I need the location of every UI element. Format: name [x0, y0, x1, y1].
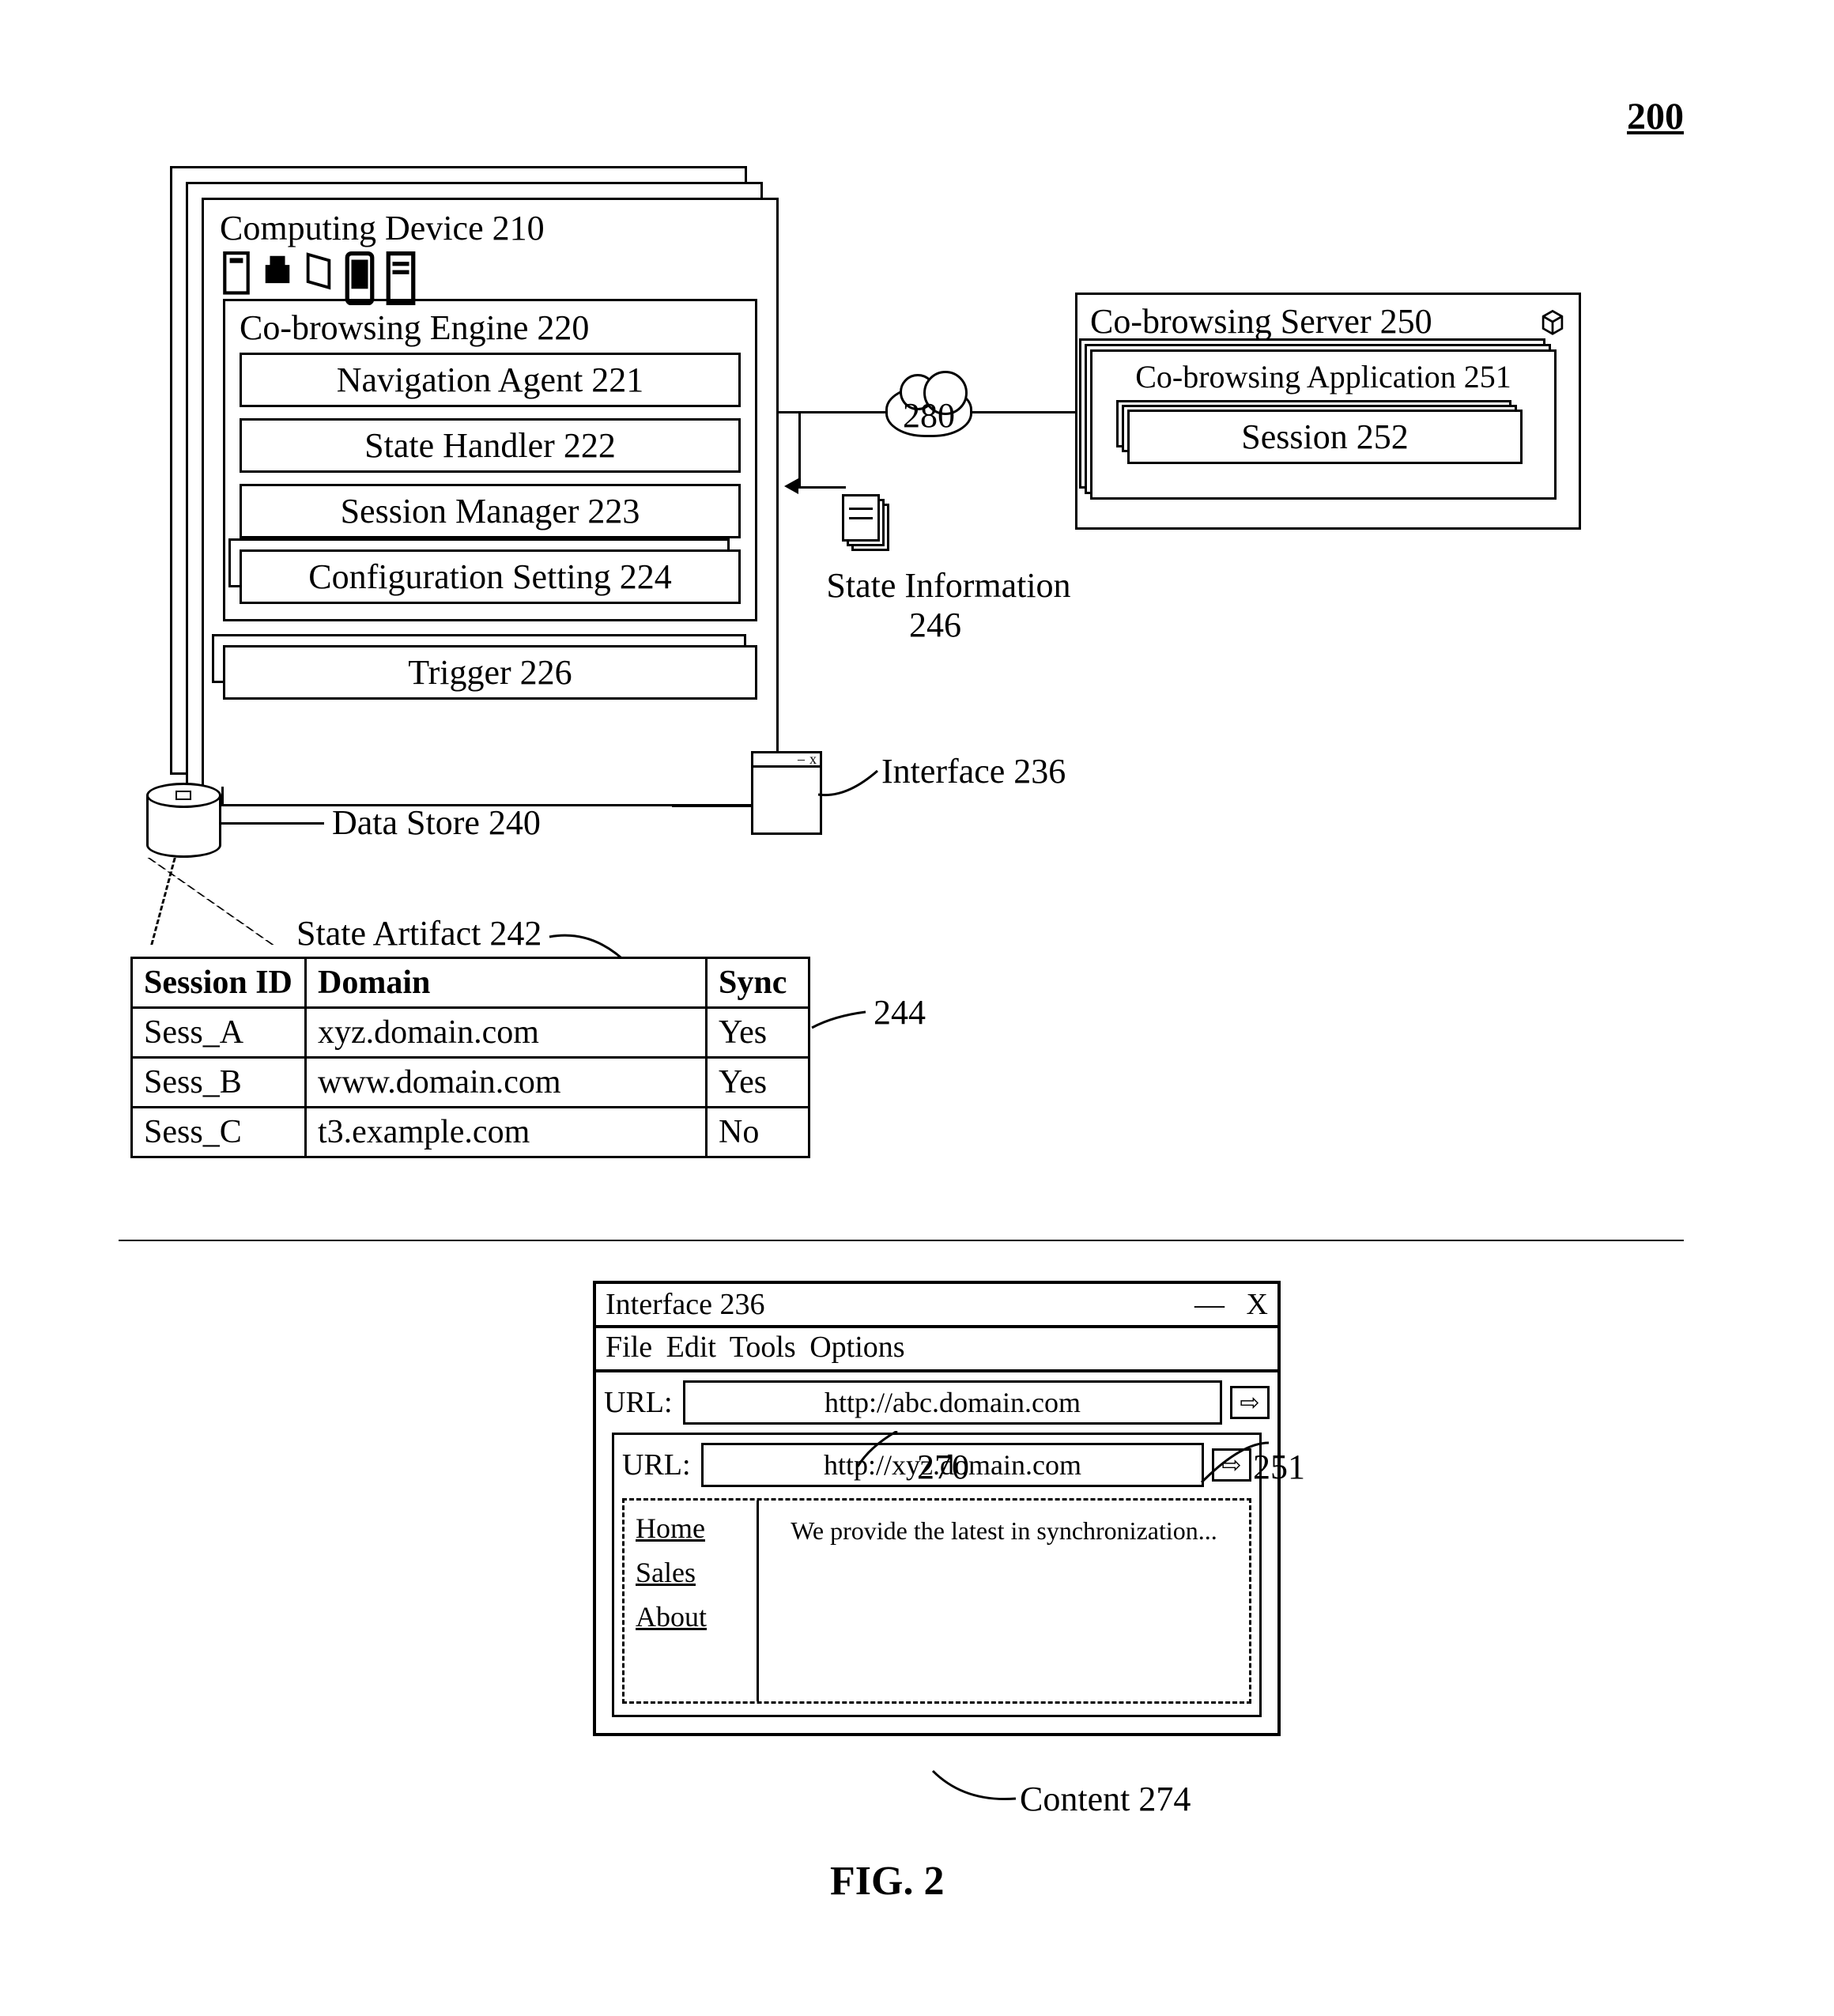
- device-icons: [204, 248, 776, 299]
- content-dashed-panel: Home Sales About We provide the latest i…: [622, 1498, 1251, 1704]
- interface-mini-window: –x: [751, 751, 822, 835]
- menu-edit[interactable]: Edit: [666, 1331, 716, 1364]
- callout-251: 251: [1253, 1447, 1305, 1487]
- window-title: Interface 236: [606, 1287, 765, 1322]
- callout-244: 244: [874, 992, 926, 1033]
- menu-bar: File Edit Tools Options: [596, 1328, 1277, 1372]
- config-setting: Configuration Setting 224: [240, 549, 741, 604]
- trigger: Trigger 226: [223, 645, 757, 700]
- col-sync: Sync: [707, 958, 809, 1008]
- cloud-label: 280: [903, 395, 955, 436]
- state-artifact-label: State Artifact 242: [296, 913, 542, 953]
- callout-270: 270: [917, 1447, 969, 1487]
- printer-icon: [261, 251, 294, 293]
- engine-title: Co-browsing Engine 220: [240, 308, 741, 353]
- menu-file[interactable]: File: [606, 1331, 652, 1364]
- interface-window: Interface 236 — X File Edit Tools Option…: [593, 1281, 1281, 1736]
- tablet-icon: [302, 251, 335, 293]
- data-store-label: Data Store 240: [332, 802, 541, 843]
- engine-box: Co-browsing Engine 220 Navigation Agent …: [223, 299, 757, 621]
- diagram-canvas: 200 Computing Device 210 Co-br: [119, 95, 1715, 1913]
- state-info-docs-icon: [842, 494, 889, 551]
- url-label-outer: URL:: [604, 1385, 675, 1420]
- server-box: Co-browsing Server 250 Co-browsing Appli…: [1075, 293, 1581, 530]
- session-manager: Session Manager 223: [240, 484, 741, 538]
- server-title: Co-browsing Server 250: [1090, 301, 1432, 342]
- menu-tools[interactable]: Tools: [730, 1331, 796, 1364]
- table-row: Sess_B www.domain.com Yes: [132, 1058, 809, 1108]
- server-session: Session 252: [1127, 410, 1523, 464]
- nav-agent: Navigation Agent 221: [240, 353, 741, 407]
- col-domain: Domain: [306, 958, 707, 1008]
- nav-sales[interactable]: Sales: [636, 1556, 745, 1589]
- table-row: Sess_A xyz.domain.com Yes: [132, 1008, 809, 1058]
- data-store-icon: [146, 783, 221, 858]
- phone-icon: [343, 251, 376, 293]
- interface-label: Interface 236: [881, 751, 1066, 791]
- url-field-outer[interactable]: http://abc.domain.com: [683, 1380, 1222, 1425]
- content-label: Content 274: [1020, 1779, 1191, 1819]
- server-app: Co-browsing Application 251: [1104, 358, 1543, 395]
- minimize-button[interactable]: —: [1194, 1288, 1225, 1321]
- state-handler: State Handler 222: [240, 418, 741, 473]
- computing-device-box: Computing Device 210 Co-browsing Engine …: [202, 198, 779, 806]
- tower-icon: [220, 251, 253, 293]
- computing-device-title: Computing Device 210: [204, 200, 776, 248]
- nav-about[interactable]: About: [636, 1600, 745, 1633]
- go-button-inner[interactable]: ⇨: [1212, 1448, 1251, 1482]
- server-cube-icon: [1539, 308, 1566, 335]
- col-session-id: Session ID: [132, 958, 306, 1008]
- section-divider: [119, 1240, 1684, 1241]
- cloud-to-server-line: [972, 411, 1075, 413]
- url-label-inner: URL:: [622, 1448, 693, 1482]
- go-button-outer[interactable]: ⇨: [1230, 1386, 1270, 1419]
- figure-number: 200: [1627, 95, 1684, 138]
- table-row: Sess_C t3.example.com No: [132, 1108, 809, 1157]
- state-artifact-table: Session ID Domain Sync Sess_A xyz.domain…: [130, 957, 810, 1158]
- nav-home[interactable]: Home: [636, 1512, 745, 1545]
- device-to-cloud-line: [779, 411, 889, 413]
- state-info-label-2: 246: [909, 605, 961, 645]
- menu-options[interactable]: Options: [809, 1331, 904, 1364]
- content-body-text: We provide the latest in synchronization…: [759, 1501, 1249, 1701]
- close-button[interactable]: X: [1247, 1288, 1268, 1321]
- state-info-label-1: State Information: [814, 565, 1083, 606]
- figure-caption: FIG. 2: [830, 1858, 944, 1905]
- pda-icon: [384, 251, 417, 293]
